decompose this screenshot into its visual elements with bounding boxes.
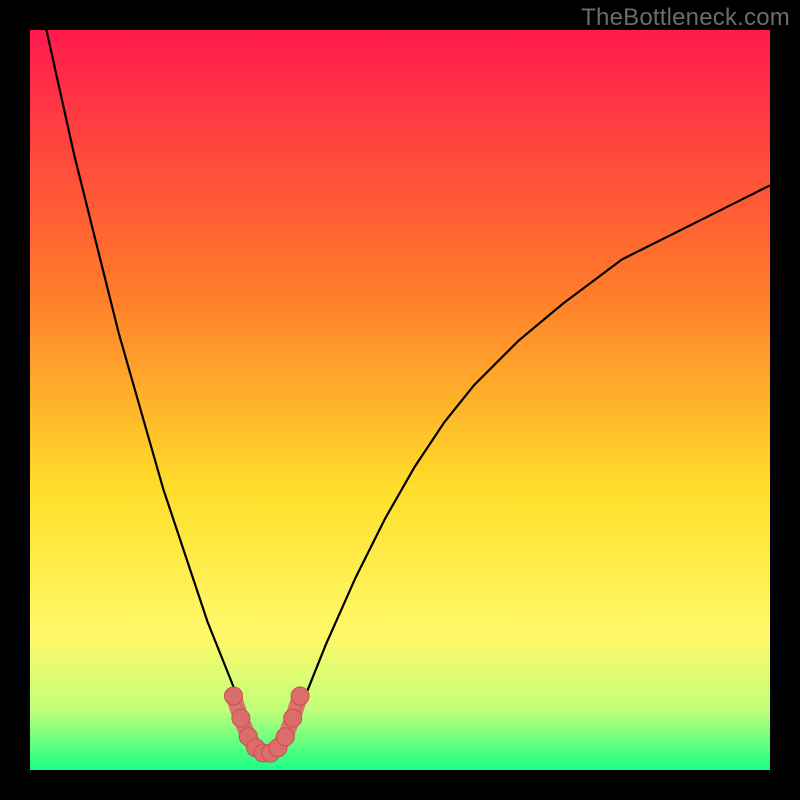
highlight-dot bbox=[225, 687, 243, 705]
highlight-dot bbox=[232, 709, 250, 727]
bottleneck-chart bbox=[30, 30, 770, 770]
gradient-background bbox=[30, 30, 770, 770]
highlight-dot bbox=[276, 728, 294, 746]
plot-area bbox=[30, 30, 770, 770]
watermark-text: TheBottleneck.com bbox=[581, 4, 790, 32]
chart-frame: TheBottleneck.com bbox=[0, 0, 800, 800]
highlight-dot bbox=[284, 709, 302, 727]
highlight-dot bbox=[291, 687, 309, 705]
